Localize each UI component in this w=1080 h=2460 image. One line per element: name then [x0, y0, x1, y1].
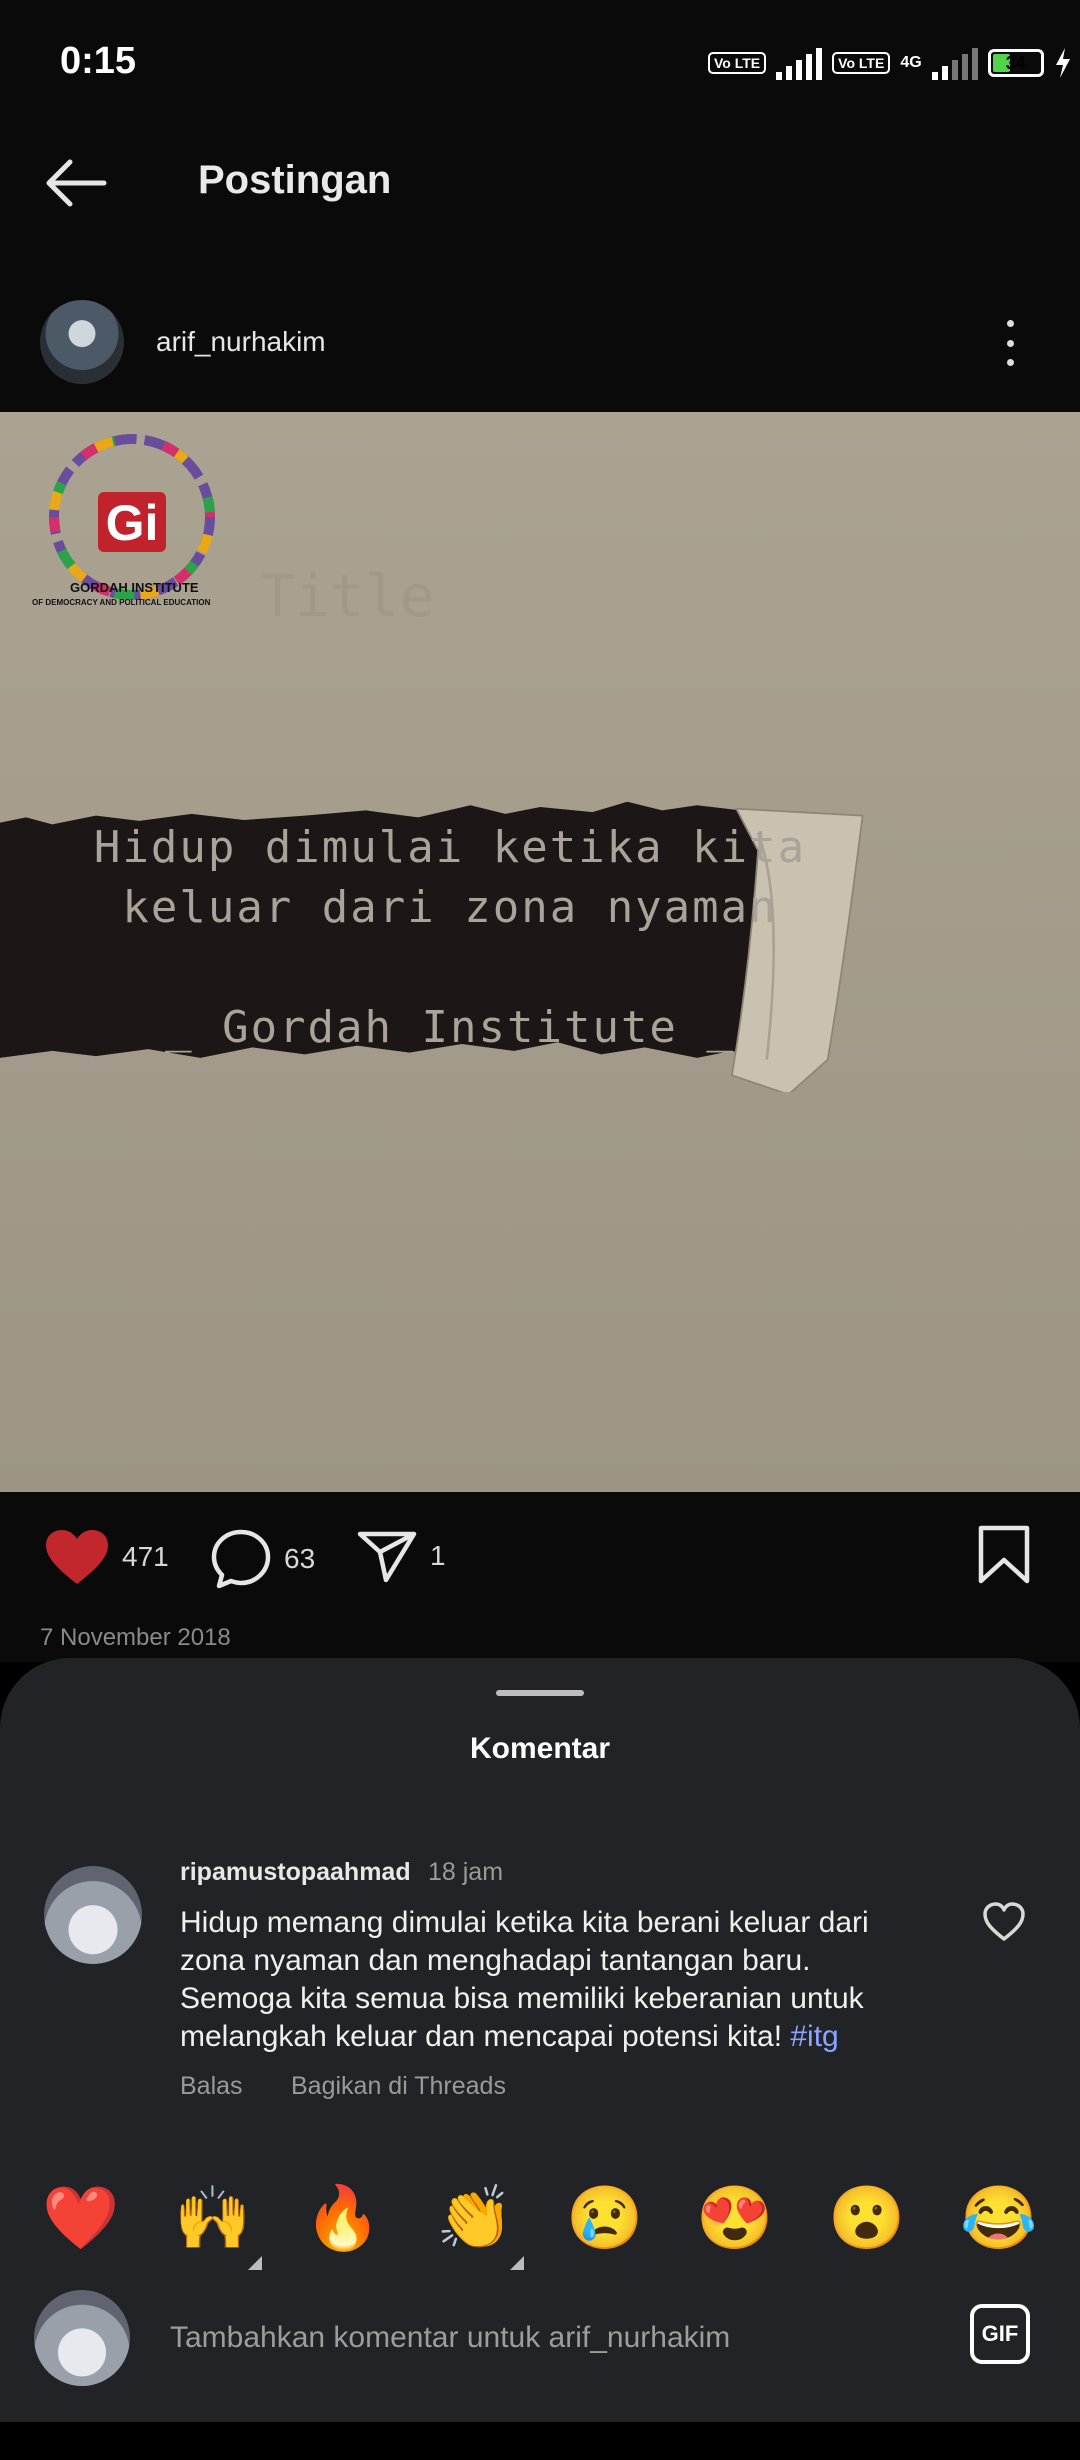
battery-level: 34	[1005, 53, 1026, 73]
post-date: 7 November 2018	[40, 1624, 231, 1651]
volte-icon: Vo LTE	[708, 52, 767, 74]
sheet-drag-handle[interactable]	[496, 1690, 584, 1696]
comment-hashtag[interactable]: #itg	[790, 2020, 838, 2053]
quote-author: _ Gordah Institute _	[165, 1002, 735, 1053]
emoji-surprised-button[interactable]: 😮	[822, 2184, 912, 2254]
sheet-title: Komentar	[469, 1732, 611, 1765]
comment-text: Hidup memang dimulai ketika kita berani …	[180, 1906, 869, 2053]
more-options-icon[interactable]	[1000, 320, 1020, 366]
status-icons: Vo LTE Vo LTE 4G 34	[708, 46, 1072, 80]
emoji-skin-tone-caret	[248, 2256, 262, 2270]
signal-strength-icon	[931, 46, 978, 80]
emoji-raising-hands-button[interactable]: 🙌	[168, 2184, 258, 2254]
reply-button[interactable]: Balas	[180, 2072, 243, 2101]
share-action[interactable]: 1	[356, 1528, 446, 1584]
current-user-avatar	[34, 2290, 130, 2386]
volte-icon: Vo LTE	[832, 52, 891, 74]
send-paper-plane-icon[interactable]	[356, 1528, 418, 1584]
share-to-threads-button[interactable]: Bagikan di Threads	[291, 2072, 506, 2101]
svg-text:Gi: Gi	[106, 495, 159, 551]
quote-line-2: keluar dari zona nyaman	[122, 882, 778, 933]
gif-button[interactable]: GIF	[970, 2304, 1030, 2364]
comment-bubble-icon[interactable]	[210, 1528, 272, 1590]
emoji-reaction-bar	[0, 2180, 1080, 2280]
emoji-crying-button[interactable]: 😢	[560, 2184, 650, 2254]
commenter-avatar[interactable]	[44, 1866, 142, 1964]
bookmark-icon[interactable]	[976, 1524, 1032, 1586]
emoji-skin-tone-caret	[510, 2256, 524, 2270]
page-title: Postingan	[198, 158, 392, 202]
comment-count: 63	[284, 1543, 316, 1574]
commenter-username[interactable]: ripamustopaahmad	[180, 1858, 411, 1887]
app-header	[0, 130, 1080, 280]
emoji-fire-button[interactable]: 🔥	[298, 2184, 388, 2254]
emoji-heart-button[interactable]: ❤️	[36, 2184, 126, 2254]
like-action[interactable]: 471	[44, 1528, 169, 1586]
comment-action[interactable]: 63	[210, 1528, 315, 1590]
quote-line-1: Hidup dimulai ketika kita	[93, 822, 807, 873]
logo-name: GORDAH INSTITUTE	[70, 580, 199, 595]
comment-body: Hidup memang dimulai ketika kita berani …	[180, 1904, 920, 2056]
author-avatar[interactable]	[40, 300, 124, 384]
emoji-heart-eyes-button[interactable]: 😍	[690, 2184, 780, 2254]
comment-input[interactable]	[170, 2316, 930, 2360]
emoji-laughing-button[interactable]: 😂	[954, 2184, 1044, 2254]
comment-timestamp: 18 jam	[428, 1858, 504, 1886]
charging-icon	[1055, 48, 1070, 78]
emoji-clapping-button[interactable]: 👏	[430, 2184, 520, 2254]
comment-like-heart-icon[interactable]	[982, 1902, 1026, 1942]
network-type-label: 4G	[900, 54, 922, 71]
system-nav-bar	[0, 2422, 1080, 2460]
post-image[interactable]: Title Hidup dimulai ketika kita keluar d…	[0, 412, 1080, 1492]
signal-strength-icon	[776, 46, 823, 80]
back-arrow-icon[interactable]	[44, 158, 108, 208]
like-count: 471	[122, 1541, 169, 1572]
heart-filled-icon[interactable]	[44, 1528, 110, 1586]
status-time: 0:15	[60, 40, 137, 82]
share-count: 1	[430, 1540, 446, 1571]
logo-subtitle: OF DEMOCRACY AND POLITICAL EDUCATION	[32, 598, 211, 607]
author-username[interactable]: arif_nurhakim	[156, 326, 326, 358]
battery-icon: 34	[987, 49, 1044, 77]
